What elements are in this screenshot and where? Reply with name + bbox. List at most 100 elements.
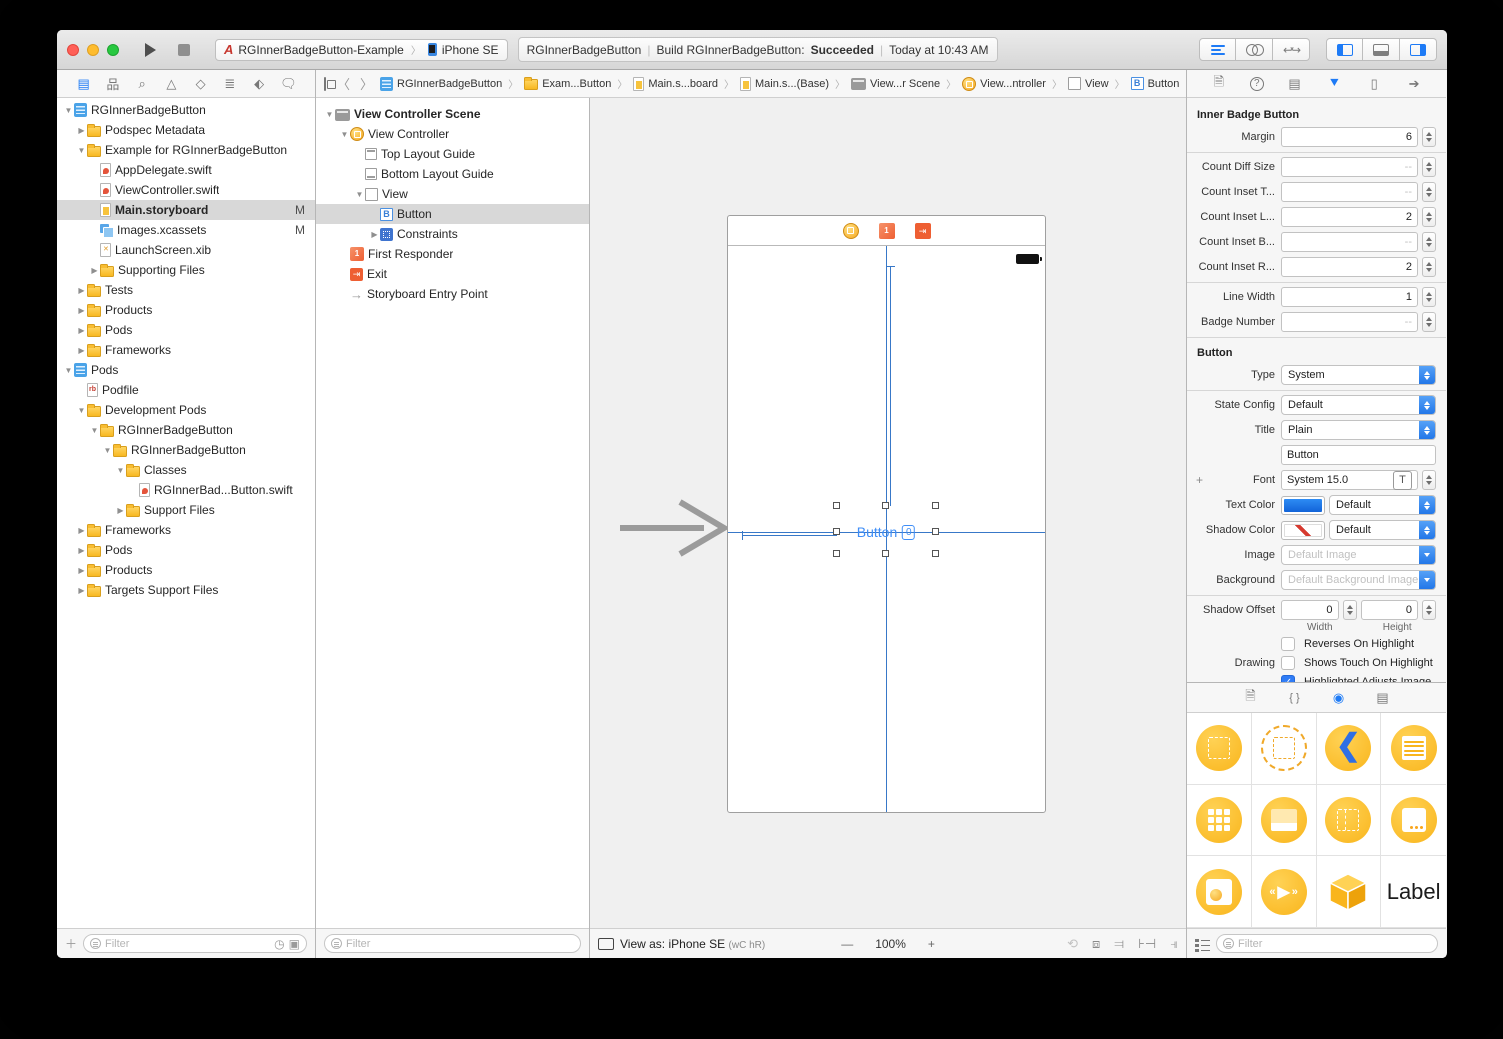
- disclosure-down-icon[interactable]: ▼: [354, 190, 365, 199]
- navigator-row[interactable]: ▶ Frameworks: [57, 340, 315, 360]
- resolve-autolayout-icon[interactable]: ⫣: [1170, 936, 1178, 952]
- add-attribute-button[interactable]: +: [1196, 473, 1203, 487]
- scheme-selector[interactable]: A RGInnerBadgeButton-Example 〉 iPhone SE: [215, 38, 508, 61]
- count-inset-b--field[interactable]: --: [1281, 232, 1418, 252]
- navigator-row[interactable]: Podfile: [57, 380, 315, 400]
- version-editor-button[interactable]: ↩↪: [1273, 38, 1310, 61]
- navigator-row[interactable]: ▶ Tests: [57, 280, 315, 300]
- breadcrumb-item[interactable]: View: [1067, 77, 1109, 90]
- related-items-icon[interactable]: [324, 76, 336, 91]
- find-navigator-icon[interactable]: ⌕: [133, 75, 151, 93]
- disclosure-down-icon[interactable]: ▼: [115, 466, 126, 475]
- add-button[interactable]: ＋: [65, 935, 77, 952]
- outline-filter-input[interactable]: Filter: [324, 934, 581, 953]
- project-navigator-icon[interactable]: ▤: [75, 75, 93, 93]
- navigator-row[interactable]: ▶ Support Files: [57, 500, 315, 520]
- library-item-label[interactable]: Label: [1381, 856, 1446, 928]
- stepper-control[interactable]: [1422, 257, 1436, 277]
- navigator-row[interactable]: ▶ Pods: [57, 540, 315, 560]
- navigator-filter-input[interactable]: Filter ◷ ▣: [83, 934, 307, 953]
- navigator-row[interactable]: ▼ RGInnerBadgeButton: [57, 100, 315, 120]
- disclosure-right-icon[interactable]: ▶: [76, 306, 87, 315]
- stepper-control[interactable]: [1422, 232, 1436, 252]
- issue-navigator-icon[interactable]: △: [162, 75, 180, 93]
- identity-inspector-icon[interactable]: ▤: [1286, 75, 1304, 93]
- stepper-control[interactable]: [1422, 287, 1436, 307]
- update-frames-icon[interactable]: ⟲: [1067, 936, 1078, 952]
- library-item-tab-bar[interactable]: [1251, 784, 1317, 857]
- back-button[interactable]: 〈: [337, 74, 350, 93]
- selection-handle-sw[interactable]: [833, 550, 840, 557]
- color-dropdown[interactable]: Default: [1329, 495, 1436, 515]
- view-controller-scene[interactable]: 1 ⇥ Button 0: [727, 215, 1046, 813]
- stepper-control[interactable]: [1422, 207, 1436, 227]
- disclosure-down-icon[interactable]: ▼: [324, 110, 335, 119]
- navigator-row[interactable]: ▼ Development Pods: [57, 400, 315, 420]
- outline-row[interactable]: 1 First Responder: [316, 244, 589, 264]
- navigator-row[interactable]: ▶ Products: [57, 300, 315, 320]
- stepper-control[interactable]: [1422, 182, 1436, 202]
- code-snippet-library-icon[interactable]: { }: [1286, 689, 1304, 707]
- breadcrumb-item[interactable]: B Button: [1130, 77, 1179, 90]
- run-button[interactable]: [133, 38, 167, 62]
- outline-row[interactable]: ⇥ Exit: [316, 264, 589, 284]
- library-item-scene-cube[interactable]: [1316, 856, 1382, 928]
- view-as-button[interactable]: View as: iPhone SE (wC hR): [620, 937, 765, 951]
- close-button[interactable]: [67, 43, 79, 56]
- stepper-control[interactable]: [1342, 600, 1357, 620]
- test-navigator-icon[interactable]: ◇: [192, 75, 210, 93]
- library-item-table-view[interactable]: [1381, 713, 1446, 785]
- disclosure-down-icon[interactable]: ▼: [63, 366, 74, 375]
- disclosure-right-icon[interactable]: ▶: [76, 326, 87, 335]
- minimize-button[interactable]: [87, 43, 99, 56]
- navigator-row[interactable]: ▼ Classes: [57, 460, 315, 480]
- align-icon[interactable]: ⫤: [1114, 936, 1124, 952]
- outline-row[interactable]: ▼ View Controller: [316, 124, 589, 144]
- navigator-row[interactable]: ▼ Example for RGInnerBadgeButton: [57, 140, 315, 160]
- font-picker-button[interactable]: T: [1393, 470, 1412, 490]
- storyboard-canvas[interactable]: 1 ⇥ Button 0: [590, 98, 1186, 928]
- view-canvas[interactable]: Button 0: [728, 246, 1045, 812]
- breadcrumb-item[interactable]: Exam...Button: [524, 77, 611, 90]
- image-combo[interactable]: Default Image: [1281, 545, 1436, 565]
- state-config-dropdown[interactable]: Default: [1281, 395, 1436, 415]
- color-well[interactable]: [1281, 495, 1325, 515]
- count-inset-r--field[interactable]: 2: [1281, 257, 1418, 277]
- margin-field[interactable]: 6: [1281, 127, 1418, 147]
- selection-handle-s[interactable]: [882, 550, 889, 557]
- disclosure-right-icon[interactable]: ▶: [76, 286, 87, 295]
- count-inset-l--field[interactable]: 2: [1281, 207, 1418, 227]
- media-library-icon[interactable]: ▤: [1374, 689, 1392, 707]
- background-combo[interactable]: Default Background Image: [1281, 570, 1436, 590]
- disclosure-right-icon[interactable]: ▶: [115, 506, 126, 515]
- library-item-view[interactable]: [1187, 713, 1252, 785]
- selection-handle-nw[interactable]: [833, 502, 840, 509]
- outline-row[interactable]: → Storyboard Entry Point: [316, 284, 589, 304]
- zoom-in-button[interactable]: +: [928, 937, 935, 951]
- navigator-row[interactable]: Main.storyboard M: [57, 200, 315, 220]
- disclosure-right-icon[interactable]: ▶: [89, 266, 100, 275]
- navigator-row[interactable]: Images.xcassets M: [57, 220, 315, 240]
- selection-handle-se[interactable]: [932, 550, 939, 557]
- count-inset-t--field[interactable]: --: [1281, 182, 1418, 202]
- outline-row[interactable]: ▼ View: [316, 184, 589, 204]
- line-width-field[interactable]: 1: [1281, 287, 1418, 307]
- library-item-navigation-chevron[interactable]: ❮: [1316, 713, 1382, 785]
- disclosure-down-icon[interactable]: ▼: [339, 130, 350, 139]
- navigator-row[interactable]: ▶ Supporting Files: [57, 260, 315, 280]
- recent-files-icon[interactable]: ◷: [274, 937, 284, 951]
- breakpoint-navigator-icon[interactable]: ⬖: [250, 75, 268, 93]
- disclosure-right-icon[interactable]: ▶: [76, 566, 87, 575]
- stepper-control[interactable]: [1422, 157, 1436, 177]
- library-item-split-view[interactable]: [1316, 784, 1382, 857]
- reverses-on-highlight-checkbox[interactable]: [1281, 637, 1295, 651]
- quick-help-inspector-icon[interactable]: ?: [1249, 76, 1264, 91]
- pin-constraints-icon[interactable]: ⊦⊣: [1138, 936, 1156, 952]
- library-item-image-view[interactable]: [1187, 856, 1252, 928]
- navigator-row[interactable]: ▼ RGInnerBadgeButton: [57, 420, 315, 440]
- navigator-row[interactable]: AppDelegate.swift: [57, 160, 315, 180]
- breadcrumb-item[interactable]: View...r Scene: [850, 77, 940, 90]
- navigator-row[interactable]: ▼ Pods: [57, 360, 315, 380]
- shows-touch-on-highlight-checkbox[interactable]: [1281, 656, 1295, 670]
- attributes-inspector-icon[interactable]: ⯆: [1325, 75, 1343, 93]
